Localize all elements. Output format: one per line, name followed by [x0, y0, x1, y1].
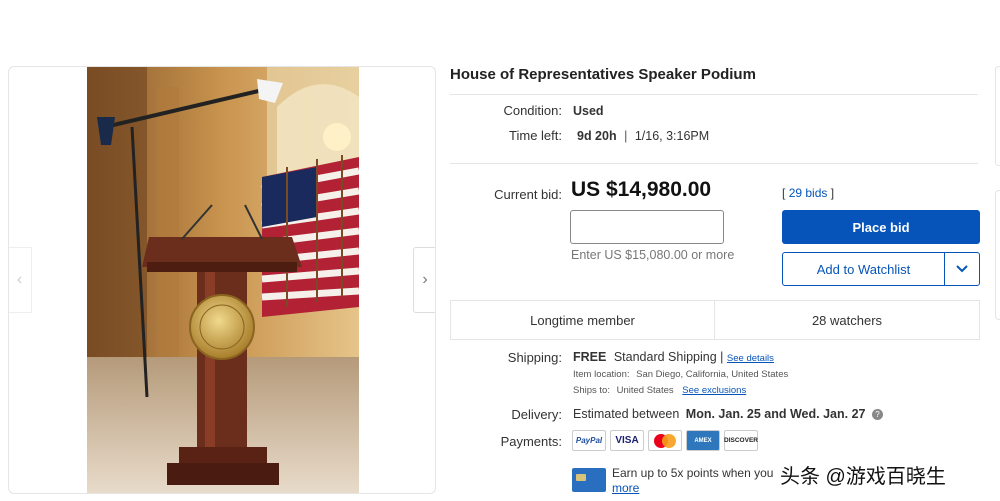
listing-title: House of Representatives Speaker Podium	[450, 66, 756, 83]
side-panel-edge	[995, 66, 1000, 166]
add-to-watchlist-button[interactable]: Add to Watchlist	[782, 252, 945, 286]
visa-icon: VISA	[610, 430, 644, 451]
time-left-duration: 9d 20h	[577, 129, 617, 143]
condition-label: Condition:	[503, 103, 562, 118]
item-location: Item location: San Diego, California, Un…	[573, 369, 788, 380]
watchlist-dropdown-button[interactable]	[944, 252, 980, 286]
place-bid-button[interactable]: Place bid	[782, 210, 980, 244]
ships-to: Ships to: United States See exclusions	[573, 385, 746, 396]
time-left-value: 9d 20h | 1/16, 3:16PM	[577, 129, 709, 143]
item-location-label: Item location:	[573, 369, 630, 380]
next-image-button[interactable]: ›	[413, 247, 435, 313]
image-gallery: ‹ ›	[8, 66, 436, 494]
shipping-label: Shipping:	[507, 350, 562, 365]
payment-methods: PayPal VISA AMEX DISCOVER	[572, 430, 758, 451]
delivery-estimate: Estimated between Mon. Jan. 25 and Wed. …	[573, 407, 883, 421]
paypal-icon: PayPal	[572, 430, 606, 451]
chevron-left-icon: ‹	[16, 271, 23, 288]
bid-count: [ 29 bids ]	[782, 186, 834, 200]
shipping-separator: |	[720, 350, 724, 364]
see-exclusions-link[interactable]: See exclusions	[682, 385, 746, 396]
condition-value: Used	[573, 104, 604, 118]
bid-count-link[interactable]: 29 bids	[789, 186, 828, 200]
podium-photo[interactable]	[87, 67, 359, 493]
shipping-method: Standard Shipping	[613, 350, 717, 364]
seller-status: Longtime member	[450, 300, 715, 340]
delivery-range: Mon. Jan. 25 and Wed. Jan. 27	[685, 407, 866, 421]
end-date: 1/16, 3:16PM	[634, 129, 710, 143]
promo-text: Earn up to 5x points when you	[612, 466, 774, 480]
time-left-label: Time left:	[509, 128, 562, 143]
bid-amount-input[interactable]	[570, 210, 724, 244]
shipping-summary: FREE Standard Shipping | See details	[573, 350, 774, 364]
mastercard-icon	[648, 430, 682, 451]
item-location-value: San Diego, California, United States	[636, 369, 789, 380]
info-icon[interactable]: ?	[871, 409, 883, 421]
delivery-label: Delivery:	[511, 407, 562, 422]
delivery-prefix: Estimated between	[573, 407, 680, 421]
watermark: 头条 @游戏百晓生	[780, 466, 946, 488]
current-bid-price: US $14,980.00	[571, 178, 712, 201]
time-left-separator: |	[624, 129, 628, 143]
watchers-count: 28 watchers	[714, 300, 980, 340]
bid-count-open: [	[782, 186, 786, 200]
divider	[450, 94, 978, 95]
prev-image-button[interactable]: ‹	[9, 247, 32, 313]
amex-icon: AMEX	[686, 430, 720, 451]
current-bid-label: Current bid:	[494, 187, 562, 202]
bid-hint: Enter US $15,080.00 or more	[571, 248, 735, 262]
chevron-right-icon: ›	[422, 271, 428, 288]
side-panel-edge	[995, 190, 1000, 320]
divider	[450, 163, 978, 164]
ships-to-label: Ships to:	[573, 385, 610, 396]
promo-more-link[interactable]: more	[612, 481, 639, 495]
payments-label: Payments:	[500, 434, 562, 449]
bid-count-close: ]	[830, 186, 835, 200]
chevron-down-icon	[956, 265, 968, 273]
credit-card-icon	[572, 468, 606, 492]
see-details-link[interactable]: See details	[727, 353, 774, 364]
discover-icon: DISCOVER	[724, 430, 758, 451]
ships-to-value: United States	[616, 385, 674, 396]
shipping-free: FREE	[573, 350, 607, 364]
